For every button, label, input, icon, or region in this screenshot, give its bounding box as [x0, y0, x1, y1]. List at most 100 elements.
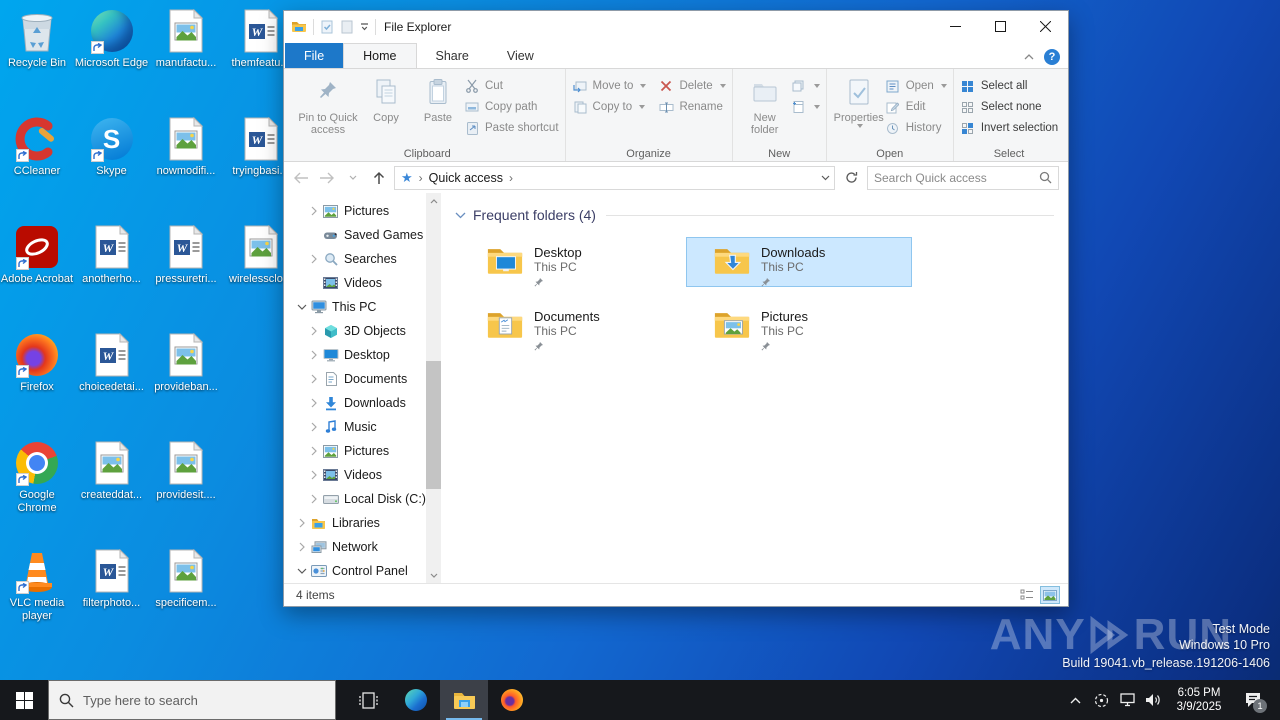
new-item-button[interactable]	[791, 77, 820, 95]
pin-to-quick-access-button[interactable]: Pin to Quick access	[296, 72, 360, 136]
frequent-folder-tile-downloads[interactable]: DownloadsThis PC	[686, 237, 912, 287]
chevron-right-icon[interactable]	[294, 518, 310, 528]
desktop-icon-google-chrome[interactable]: Google Chrome	[0, 440, 74, 515]
desktop-icon-specificem[interactable]: specificem...	[149, 548, 223, 610]
scrollbar-thumb[interactable]	[426, 361, 441, 490]
chevron-right-icon[interactable]	[306, 494, 322, 504]
copy-to-button[interactable]: Copy to	[572, 98, 647, 116]
qat-customize-chevron-icon[interactable]	[360, 23, 369, 31]
desktop-icon-ccleaner[interactable]: CCleaner	[0, 116, 74, 178]
tray-network-icon[interactable]	[1114, 680, 1140, 720]
forward-button[interactable]	[316, 167, 338, 189]
breadcrumb-chevron-icon2[interactable]	[507, 171, 515, 185]
tree-item-libraries[interactable]: Libraries	[284, 511, 441, 535]
desktop-icon-createddat[interactable]: createddat...	[75, 440, 149, 502]
history-button[interactable]: History	[885, 119, 947, 137]
minimize-button[interactable]	[933, 11, 978, 42]
properties-button[interactable]: Properties	[833, 72, 885, 128]
chevron-right-icon[interactable]	[306, 254, 322, 264]
taskbar-clock[interactable]: 6:05 PM 3/9/2025	[1166, 686, 1232, 714]
search-input[interactable]: Search Quick access	[867, 166, 1059, 190]
frequent-folder-tile-desktop[interactable]: DesktopThis PC	[459, 237, 685, 287]
tree-item-searches[interactable]: Searches	[284, 247, 441, 271]
new-folder-button[interactable]: New folder	[739, 72, 791, 136]
address-dropdown-icon[interactable]	[821, 175, 830, 181]
delete-button[interactable]: Delete	[658, 77, 725, 95]
tree-item-control-panel[interactable]: Control Panel	[284, 559, 441, 583]
paste-shortcut-button[interactable]: Paste shortcut	[464, 119, 559, 137]
tree-item-local-disk-c[interactable]: Local Disk (C:)	[284, 487, 441, 511]
close-button[interactable]	[1023, 11, 1068, 42]
search-icon[interactable]	[1039, 171, 1052, 184]
tree-item-saved-games[interactable]: Saved Games	[284, 223, 441, 247]
edge-taskbar-icon[interactable]	[392, 680, 440, 720]
tray-dashed-circle-icon[interactable]	[1088, 680, 1114, 720]
help-button[interactable]: ?	[1044, 49, 1060, 65]
recent-locations-chevron-icon[interactable]	[342, 167, 364, 189]
chevron-right-icon[interactable]	[306, 422, 322, 432]
chevron-right-icon[interactable]	[306, 326, 322, 336]
qat-properties-icon[interactable]	[320, 20, 334, 34]
large-icons-view-button[interactable]	[1040, 586, 1060, 604]
desktop-icon-pressuretri[interactable]: Wpressuretri...	[149, 224, 223, 286]
tab-share[interactable]: Share	[417, 43, 488, 68]
tab-view[interactable]: View	[488, 43, 553, 68]
taskbar-search-input[interactable]: Type here to search	[48, 680, 336, 720]
section-collapse-chevron-icon[interactable]	[455, 212, 466, 219]
tree-item-3d-objects[interactable]: 3D Objects	[284, 319, 441, 343]
select-all-button[interactable]: Select all	[960, 77, 1058, 95]
rename-button[interactable]: Rename	[658, 98, 725, 116]
edit-button[interactable]: Edit	[885, 98, 947, 116]
nav-scrollbar[interactable]	[426, 193, 441, 583]
refresh-button[interactable]	[839, 166, 863, 190]
select-none-button[interactable]: Select none	[960, 98, 1058, 116]
tree-item-pictures[interactable]: Pictures	[284, 199, 441, 223]
firefox-taskbar-icon[interactable]	[488, 680, 536, 720]
copy-path-button[interactable]: Copy path	[464, 98, 559, 116]
file-explorer-taskbar-icon[interactable]	[440, 680, 488, 720]
desktop-icon-recycle-bin[interactable]: Recycle Bin	[0, 8, 74, 70]
tray-volume-icon[interactable]	[1140, 680, 1166, 720]
action-center-button[interactable]: 1	[1232, 680, 1274, 720]
cut-button[interactable]: Cut	[464, 77, 559, 95]
details-view-button[interactable]	[1017, 586, 1037, 604]
paste-button[interactable]: Paste	[412, 72, 464, 124]
chevron-right-icon[interactable]	[306, 206, 322, 216]
move-to-button[interactable]: Move to	[572, 77, 647, 95]
tree-item-this-pc[interactable]: This PC	[284, 295, 441, 319]
tree-item-videos[interactable]: Videos	[284, 463, 441, 487]
chevron-right-icon[interactable]	[306, 446, 322, 456]
chevron-right-icon[interactable]	[294, 542, 310, 552]
minimize-ribbon-chevron-icon[interactable]	[1024, 54, 1034, 60]
tree-item-downloads[interactable]: Downloads	[284, 391, 441, 415]
chevron-right-icon[interactable]	[306, 470, 322, 480]
tab-home[interactable]: Home	[343, 43, 416, 68]
tree-item-music[interactable]: Music	[284, 415, 441, 439]
copy-button[interactable]: Copy	[360, 72, 412, 124]
tree-item-pictures[interactable]: Pictures	[284, 439, 441, 463]
desktop-icon-firefox[interactable]: Firefox	[0, 332, 74, 394]
easy-access-button[interactable]	[791, 98, 820, 116]
chevron-right-icon[interactable]	[306, 350, 322, 360]
chevron-down-icon[interactable]	[294, 568, 310, 574]
desktop-icon-providesit[interactable]: providesit....	[149, 440, 223, 502]
tab-file[interactable]: File	[285, 43, 343, 68]
desktop-icon-skype[interactable]: SSkype	[75, 116, 149, 178]
tree-item-documents[interactable]: Documents	[284, 367, 441, 391]
desktop-icon-anotherho[interactable]: Wanotherho...	[75, 224, 149, 286]
qat-new-folder-icon[interactable]	[340, 20, 354, 34]
tree-item-desktop[interactable]: Desktop	[284, 343, 441, 367]
section-header[interactable]: Frequent folders (4)	[455, 207, 1054, 223]
address-breadcrumb[interactable]: Quick access	[394, 166, 835, 190]
tree-item-videos[interactable]: Videos	[284, 271, 441, 295]
scroll-down-icon[interactable]	[426, 567, 441, 583]
desktop-icon-adobe-acrobat[interactable]: Adobe Acrobat	[0, 224, 74, 286]
task-view-button[interactable]	[344, 680, 392, 720]
tree-item-network[interactable]: Network	[284, 535, 441, 559]
desktop-icon-nowmodifi[interactable]: nowmodifi...	[149, 116, 223, 178]
frequent-folder-tile-pictures[interactable]: PicturesThis PC	[686, 301, 912, 351]
up-button[interactable]	[368, 167, 390, 189]
desktop-icon-choicedetai[interactable]: Wchoicedetai...	[75, 332, 149, 394]
desktop-icon-filterphoto[interactable]: Wfilterphoto...	[75, 548, 149, 610]
chevron-right-icon[interactable]	[306, 374, 322, 384]
